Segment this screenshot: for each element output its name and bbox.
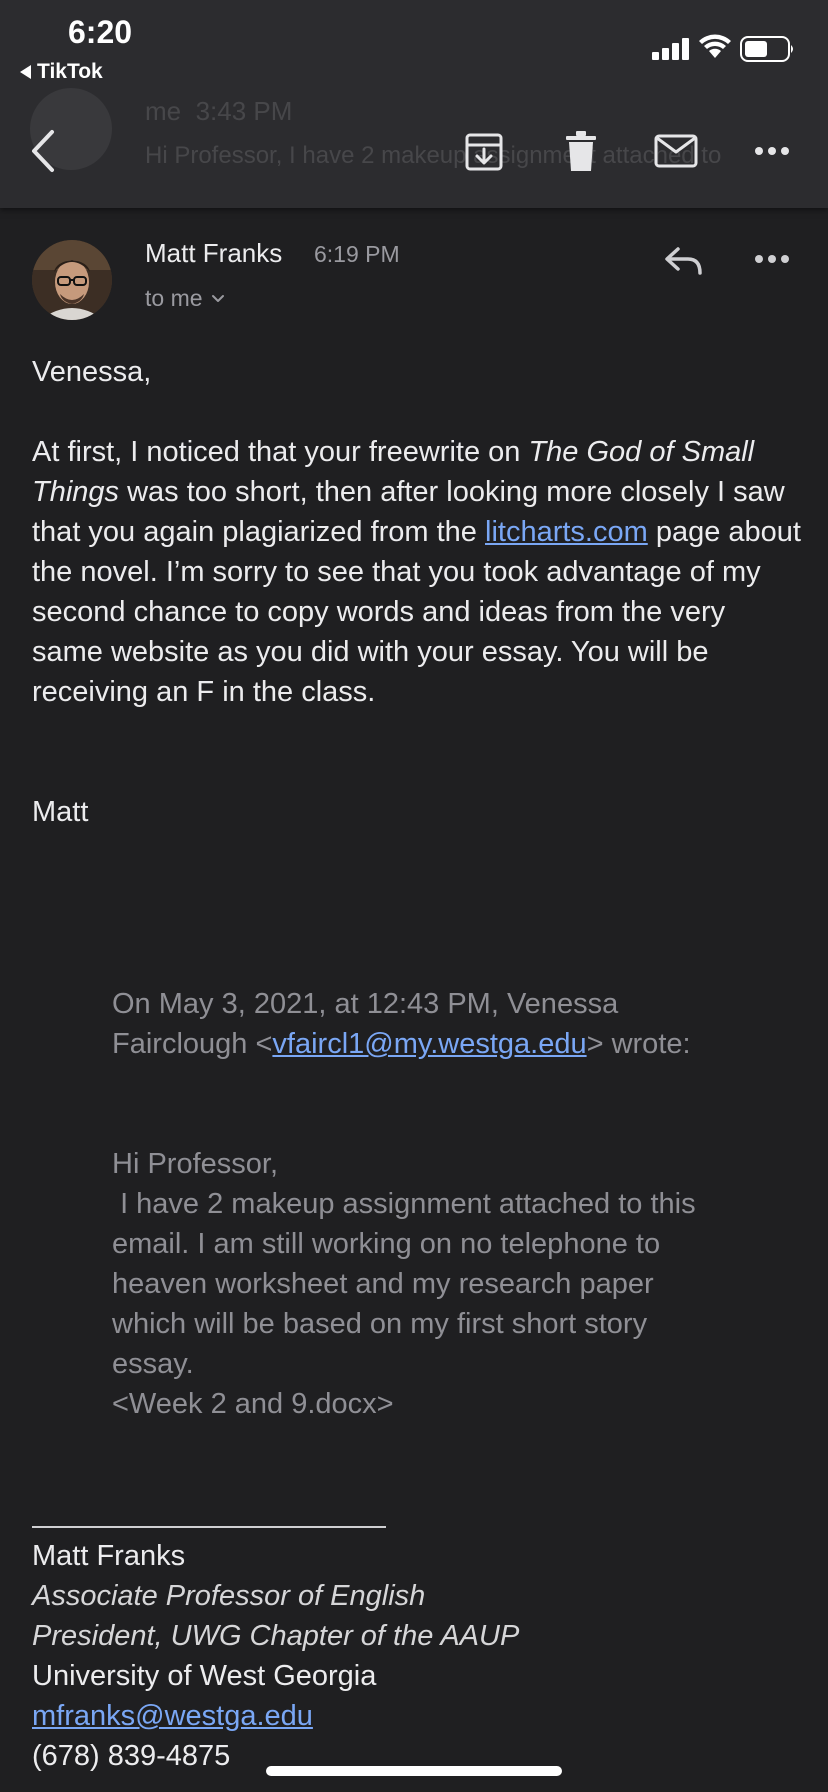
cellular-signal-icon — [652, 36, 689, 60]
quoted-intro-text: > wrote: — [586, 1028, 691, 1060]
trash-icon[interactable] — [564, 130, 598, 172]
ghost-prev-sender: me 3:43 PM — [145, 96, 293, 126]
archive-icon[interactable] — [464, 132, 504, 172]
wifi-icon — [699, 34, 731, 58]
message-greeting: Venessa, — [32, 356, 152, 388]
quoted-intro: On May 3, 2021, at 12:43 PM, Venessa Fai… — [112, 984, 712, 1064]
signature-block: Matt Franks Associate Professor of Engli… — [32, 1536, 772, 1776]
signature-title-1: Associate Professor of English — [32, 1580, 426, 1612]
recipient-toggle[interactable]: to me — [145, 285, 225, 312]
home-indicator[interactable] — [266, 1766, 562, 1776]
chevron-down-icon — [211, 294, 224, 302]
quoted-attachment[interactable]: <Week 2 and 9.docx> — [112, 1384, 712, 1424]
avatar-photo — [32, 240, 112, 320]
litcharts-link[interactable]: litcharts.com — [485, 516, 648, 548]
message-paragraph: At first, I noticed that your freewrite … — [32, 432, 802, 712]
back-app-label: TikTok — [37, 60, 103, 83]
mail-icon[interactable] — [654, 134, 698, 168]
battery-icon — [740, 36, 793, 62]
message-more-icon[interactable] — [754, 254, 790, 264]
signature-email-link[interactable]: mfranks@westga.edu — [32, 1700, 313, 1732]
status-time: 6:20 — [68, 14, 133, 50]
back-chevron-icon[interactable] — [28, 128, 58, 174]
message-time: 6:19 PM — [314, 241, 400, 267]
quoted-email-link[interactable]: vfaircl1@my.westga.edu — [272, 1028, 586, 1060]
signature-org: University of West Georgia — [32, 1660, 377, 1692]
signature-divider — [32, 1526, 386, 1528]
message-signoff: Matt — [32, 796, 89, 828]
back-triangle-icon — [20, 65, 31, 79]
more-horizontal-icon[interactable] — [754, 146, 790, 156]
top-bar: me 3:43 PM Hi Professor, I have 2 makeup… — [0, 0, 828, 208]
signature-name: Matt Franks — [32, 1540, 186, 1572]
paragraph-text: At first, I noticed that your freewrite … — [32, 436, 529, 468]
signature-title-2: President, UWG Chapter of the AAUP — [32, 1620, 520, 1652]
recipient-label: to me — [145, 285, 203, 311]
sender-name: Matt Franks — [145, 238, 283, 268]
quoted-greeting: Hi Professor, — [112, 1148, 278, 1180]
reply-icon[interactable] — [664, 246, 704, 276]
ghost-prev-snippet: Hi Professor, I have 2 makeup assignment… — [145, 142, 722, 169]
back-to-app-link[interactable]: TikTok — [20, 60, 103, 84]
quoted-body: I have 2 makeup assignment attached to t… — [112, 1188, 704, 1380]
sender-avatar[interactable] — [32, 240, 112, 320]
